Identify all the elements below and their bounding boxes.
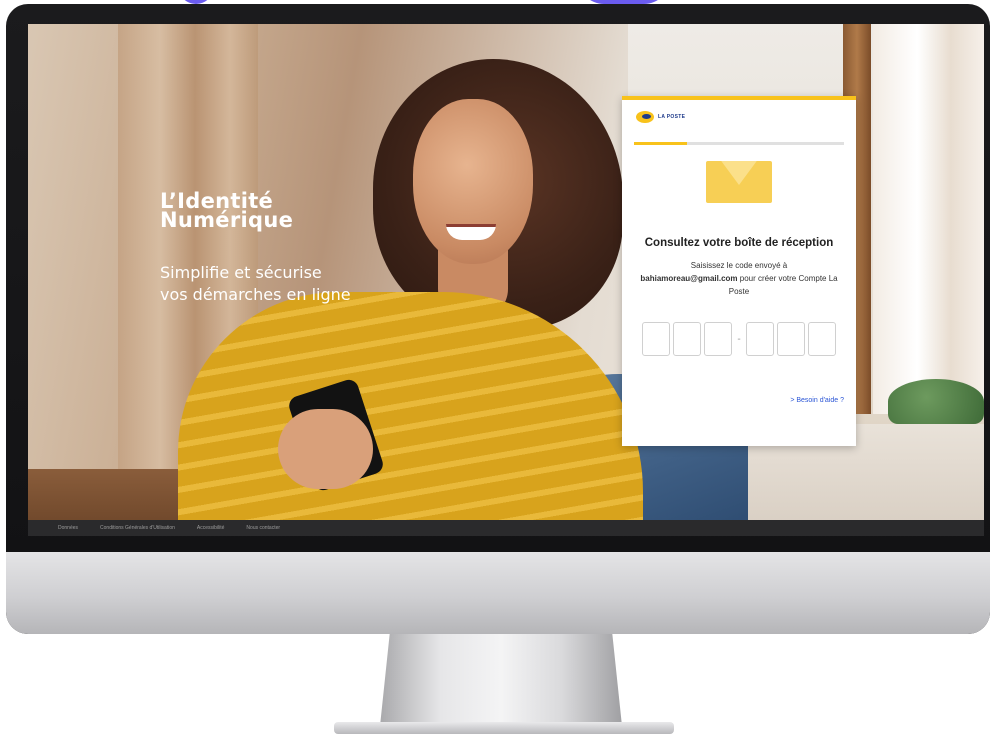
screen: L’Identité Numérique Simplifie et sécuri…	[28, 24, 984, 532]
code-digit-input-3[interactable]	[704, 322, 732, 356]
monitor-stand-base	[334, 722, 674, 734]
hero-subtitle-line1: Simplifie et sécurise	[160, 263, 322, 282]
card-instructions: Saisissez le code envoyé à bahiamoreau@g…	[636, 259, 842, 298]
hero-subtitle-line2: vos démarches en ligne	[160, 285, 351, 304]
footer-link-terms[interactable]: Conditions Générales d'Utilisation	[100, 525, 175, 531]
footer-link-accessibility[interactable]: Accessibilité	[197, 525, 225, 531]
progress-fill	[634, 142, 687, 145]
code-digit-input-6[interactable]	[808, 322, 836, 356]
card-header: LA POSTE	[622, 100, 856, 134]
instruction-text-before: Saisissez le code envoyé à	[690, 261, 788, 270]
hero-subtitle: Simplifie et sécurise vos démarches en l…	[160, 262, 351, 306]
logo-text: LA POSTE	[658, 114, 686, 120]
footer-link-contact[interactable]: Nous contacter	[246, 525, 280, 531]
woman-sweater	[178, 292, 643, 532]
code-input-row: -	[622, 322, 856, 356]
la-poste-logo-icon	[636, 111, 654, 123]
email-address: bahiamoreau@gmail.com	[640, 274, 738, 283]
monitor-stand	[380, 634, 622, 726]
background-curtain-right	[873, 24, 984, 414]
code-separator: -	[737, 333, 741, 345]
code-digit-input-4[interactable]	[746, 322, 774, 356]
monitor: L’Identité Numérique Simplifie et sécuri…	[6, 4, 990, 634]
plant-image	[888, 379, 984, 424]
help-link[interactable]: > Besoin d'aide ?	[790, 397, 844, 404]
card-title: Consultez votre boîte de réception	[644, 237, 834, 249]
code-digit-input-5[interactable]	[777, 322, 805, 356]
hero-title-line2: Numérique	[160, 208, 294, 232]
progress-bar	[634, 142, 844, 145]
hero-title: L’Identité Numérique	[160, 191, 294, 232]
screen-footer: Données Conditions Générales d'Utilisati…	[28, 520, 984, 536]
code-digit-input-2[interactable]	[673, 322, 701, 356]
monitor-chin	[6, 552, 990, 634]
code-digit-input-1[interactable]	[642, 322, 670, 356]
verification-card: LA POSTE Consultez votre boîte de récept…	[622, 96, 856, 446]
instruction-text-after: pour créer votre Compte La Poste	[728, 274, 838, 296]
footer-link-data[interactable]: Données	[58, 525, 78, 531]
envelope-icon	[706, 161, 772, 203]
woman-hand	[278, 409, 373, 489]
